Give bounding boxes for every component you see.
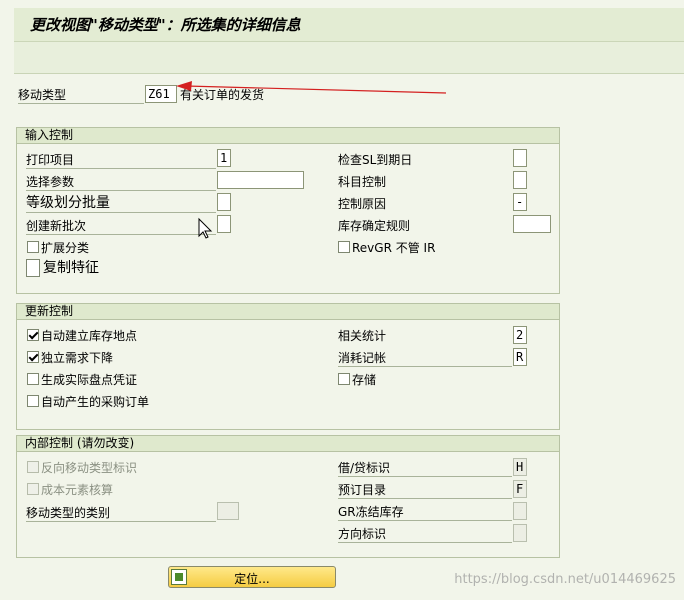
selection-param-field[interactable] xyxy=(217,171,304,189)
store-label: 存储 xyxy=(352,373,377,387)
create-batch-label: 创建新批次 xyxy=(26,218,216,235)
reservation-cat-label: 预订目录 xyxy=(338,482,512,499)
account-control-field[interactable] xyxy=(513,171,527,189)
mvt-category-label: 移动类型的类别 xyxy=(26,505,216,522)
account-control-label: 科目控制 xyxy=(338,175,387,189)
reverse-ind-label: 反向移动类型标识 xyxy=(41,461,138,475)
revgr-label: RevGR 不管 IR xyxy=(352,241,436,255)
update-control-title: 更新控制 xyxy=(17,304,559,320)
gr-blocked-label: GR冻结库存 xyxy=(338,504,512,521)
locate-button-label: 定位... xyxy=(234,572,270,586)
input-control-title: 输入控制 xyxy=(17,128,559,144)
check-sled-label: 检查SL到期日 xyxy=(338,153,413,167)
reservation-cat-field: F xyxy=(513,480,527,498)
application-toolbar xyxy=(14,42,684,74)
debit-credit-label: 借/贷标识 xyxy=(338,460,512,477)
control-reason-label: 控制原因 xyxy=(338,197,387,211)
direction-label: 方向标识 xyxy=(338,526,512,543)
copy-characteristics-label: 复制特征 xyxy=(43,260,99,276)
movement-type-description: 有关订单的发货 xyxy=(180,88,265,102)
consumption-label: 消耗记帐 xyxy=(338,350,512,367)
stock-rule-label: 库存确定规则 xyxy=(338,219,411,233)
phys-inv-doc-label: 生成实际盘点凭证 xyxy=(41,373,138,387)
stat-relevant-field[interactable]: 2 xyxy=(513,326,527,344)
auto-po-label: 自动产生的采购订单 xyxy=(41,395,150,409)
print-item-field[interactable]: 1 xyxy=(217,149,231,167)
batch-split-field[interactable] xyxy=(217,193,231,211)
phys-inv-doc-checkbox[interactable] xyxy=(27,373,39,385)
movement-type-field[interactable]: Z61 xyxy=(145,85,177,103)
ext-classification-label: 扩展分类 xyxy=(41,241,90,255)
gr-blocked-field xyxy=(513,502,527,520)
revgr-checkbox[interactable] xyxy=(338,241,350,253)
mvt-category-field xyxy=(217,502,239,520)
internal-control-title: 内部控制 (请勿改变) xyxy=(17,436,559,452)
indep-req-label: 独立需求下降 xyxy=(41,351,114,365)
check-sled-field[interactable] xyxy=(513,149,527,167)
watermark: https://blog.csdn.net/u014469625 xyxy=(454,572,676,587)
store-checkbox[interactable] xyxy=(338,373,350,385)
control-reason-field[interactable]: - xyxy=(513,193,527,211)
stat-relevant-label: 相关统计 xyxy=(338,329,387,343)
locate-button[interactable]: 定位... xyxy=(168,566,336,588)
cost-elem-checkbox xyxy=(27,483,39,495)
print-item-label: 打印项目 xyxy=(26,152,216,169)
copy-characteristics-checkbox[interactable] xyxy=(26,259,40,277)
consumption-field[interactable]: R xyxy=(513,348,527,366)
sap-screen: 更改视图"移动类型"：所选集的详细信息 移动类型 Z61 有关订单的发货 输入控… xyxy=(0,0,684,600)
ext-classification-checkbox[interactable] xyxy=(27,241,39,253)
page-title: 更改视图"移动类型"：所选集的详细信息 xyxy=(30,16,301,34)
stock-rule-field[interactable] xyxy=(513,215,551,233)
selection-param-label: 选择参数 xyxy=(26,174,216,191)
cost-elem-label: 成本元素核算 xyxy=(41,483,114,497)
direction-field xyxy=(513,524,527,542)
batch-split-label: 等级划分批量 xyxy=(26,194,216,213)
movement-type-label: 移动类型 xyxy=(18,87,144,104)
title-bar: 更改视图"移动类型"：所选集的详细信息 xyxy=(14,8,684,42)
indep-req-checkbox[interactable] xyxy=(27,351,39,363)
auto-sloc-checkbox[interactable] xyxy=(27,329,39,341)
create-batch-field[interactable] xyxy=(217,215,231,233)
auto-sloc-label: 自动建立库存地点 xyxy=(41,329,138,343)
debit-credit-field: H xyxy=(513,458,527,476)
auto-po-checkbox[interactable] xyxy=(27,395,39,407)
reverse-ind-checkbox xyxy=(27,461,39,473)
